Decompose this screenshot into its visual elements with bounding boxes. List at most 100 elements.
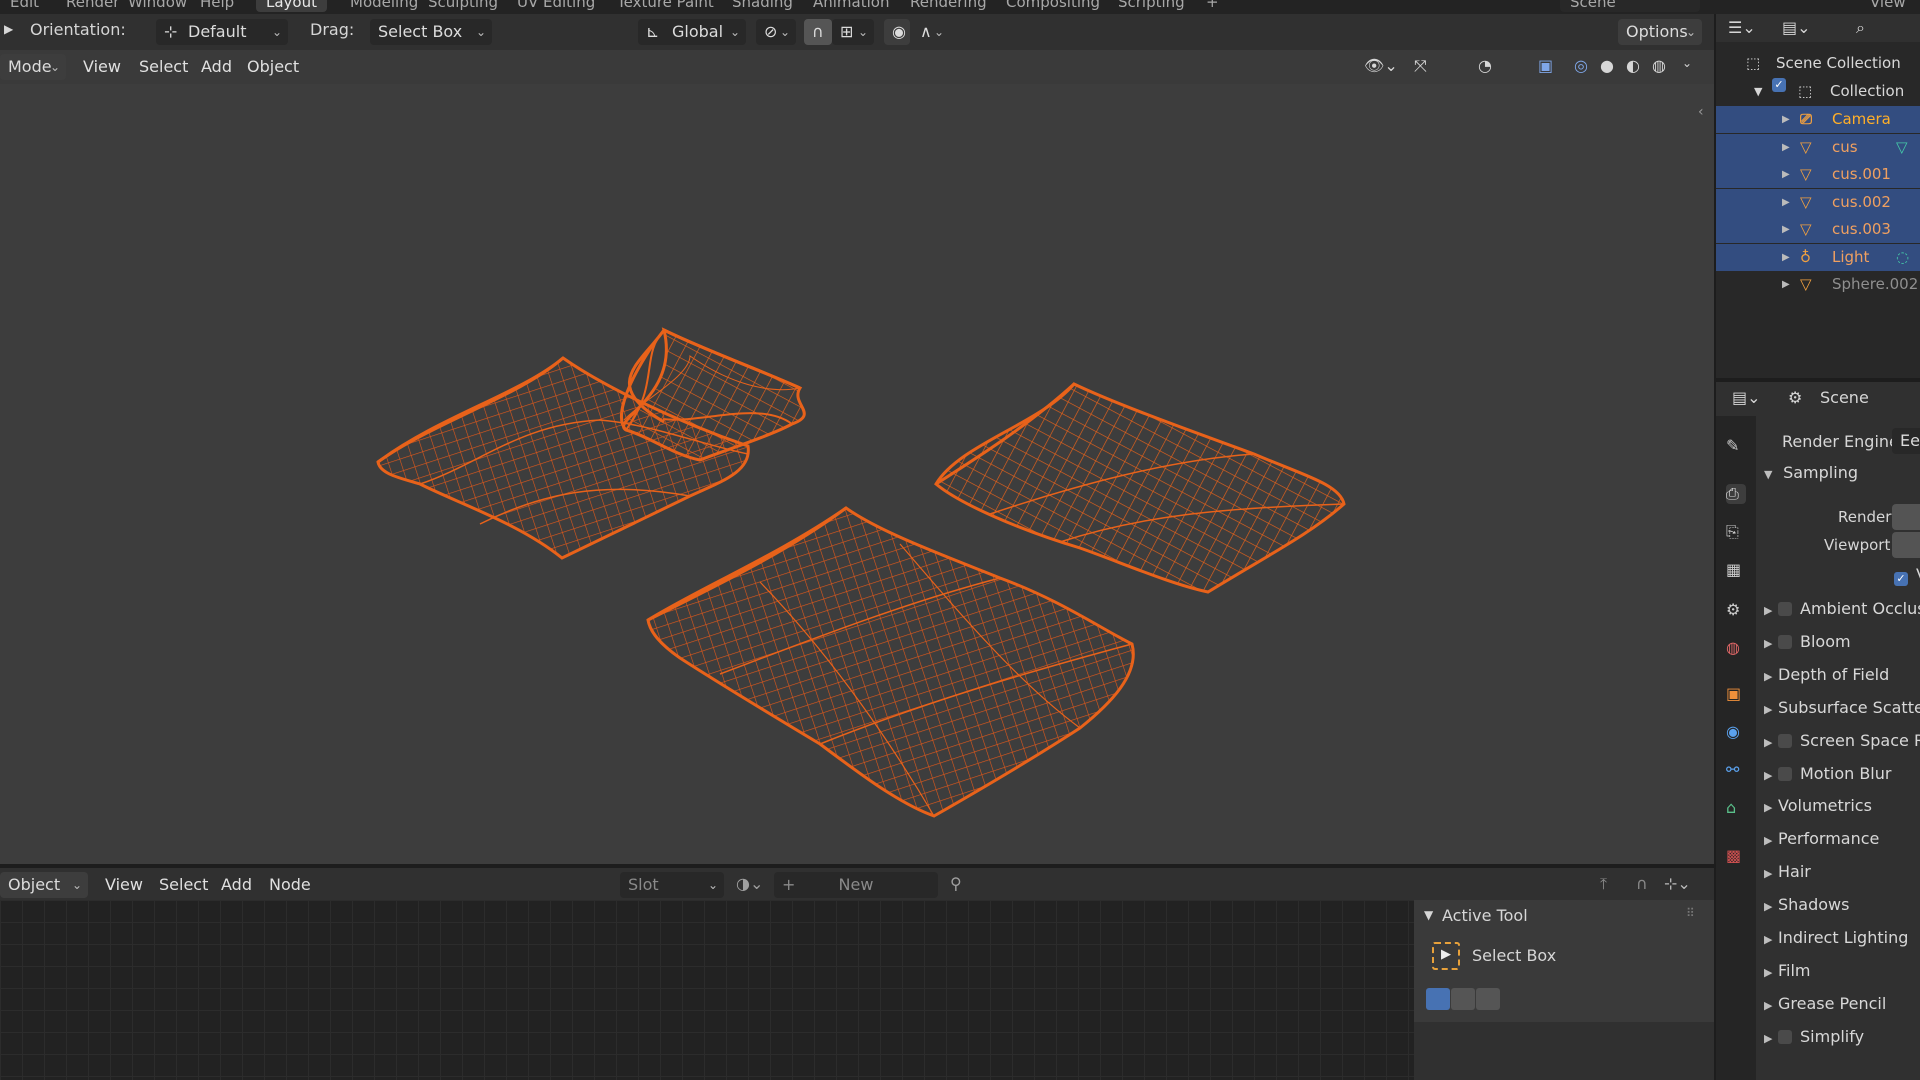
panel-enable-checkbox[interactable]	[1778, 733, 1792, 748]
panel-film[interactable]: ▶ Film	[1764, 956, 1811, 986]
expand-triangle-icon[interactable]: ▶	[1782, 189, 1790, 216]
expand-triangle-icon[interactable]: ▶	[1782, 106, 1790, 133]
shader-type-dropdown[interactable]: Object ⌄	[0, 872, 88, 898]
proportional-edit-button[interactable]: ◉	[884, 19, 910, 45]
collapse-arrow-icon[interactable]: ▶	[4, 22, 13, 36]
panel-enable-checkbox[interactable]	[1778, 766, 1792, 781]
options-dropdown[interactable]: Options ⌄	[1618, 19, 1702, 45]
panel-motion-blur[interactable]: ▶ Motion Blur	[1764, 759, 1891, 789]
physics-tab-icon[interactable]: ◉	[1726, 722, 1746, 742]
render-tab-icon[interactable]: ⎙	[1726, 484, 1746, 504]
snap-magnet-icon[interactable]: ∩	[1636, 874, 1648, 893]
mesh-cus-right[interactable]	[934, 382, 1346, 594]
panel-grease-pencil[interactable]: ▶ Grease Pencil	[1764, 989, 1886, 1019]
panel-enable-checkbox[interactable]	[1778, 634, 1792, 649]
panel-volumetrics[interactable]: ▶ Volumetrics	[1764, 791, 1872, 821]
panel-shadows[interactable]: ▶ Shadows	[1764, 890, 1849, 920]
panel-simplify[interactable]: ▶ Simplify	[1764, 1022, 1864, 1052]
material-shading-icon[interactable]: ◐	[1626, 56, 1640, 75]
tool-tab-icon[interactable]: ✎	[1726, 436, 1746, 456]
xray-toggle-icon[interactable]: ▣	[1538, 56, 1553, 75]
menu-edit[interactable]: Edit	[0, 0, 49, 12]
select-mode-new-icon[interactable]	[1426, 988, 1450, 1010]
object-tab-icon[interactable]: ▣	[1726, 684, 1746, 704]
node-menu-add[interactable]: Add	[216, 874, 257, 896]
material-browse-icon[interactable]: ◑⌄	[736, 874, 763, 893]
outliner-item-sphere-002[interactable]: ▶ ▽ Sphere.002	[1716, 271, 1920, 298]
panel-indirect-lighting[interactable]: ▶ Indirect Lighting	[1764, 923, 1908, 953]
render-samples-field[interactable]	[1892, 504, 1920, 530]
new-material-button[interactable]: + New	[774, 872, 938, 898]
wireframe-shading-icon[interactable]: ◎	[1574, 56, 1588, 75]
orientation-dropdown[interactable]: ⊹ Default ⌄	[156, 19, 288, 45]
solid-shading-icon[interactable]: ●	[1600, 56, 1614, 75]
drag-handle-icon[interactable]: ⠿	[1686, 906, 1695, 920]
outliner-scene-collection[interactable]: ⬚ Scene Collection	[1716, 50, 1920, 77]
collection-checkbox[interactable]: ✓	[1772, 78, 1786, 92]
viewport-menu-select[interactable]: Select	[134, 56, 193, 78]
panel-hair[interactable]: ▶ Hair	[1764, 857, 1811, 887]
node-menu-select[interactable]: Select	[154, 874, 213, 896]
rendered-shading-icon[interactable]: ◍	[1652, 56, 1666, 75]
mode-dropdown[interactable]: Mode ⌄	[0, 54, 66, 80]
tab-layout[interactable]: Layout	[256, 0, 327, 12]
viewport-menu-view[interactable]: View	[78, 56, 126, 78]
visibility-eye-icon[interactable]: 👁⌄	[1364, 56, 1398, 75]
mesh-cus-front[interactable]	[646, 506, 1135, 818]
expand-triangle-icon[interactable]: ▶	[1782, 216, 1790, 243]
panel-screen-space-r[interactable]: ▶ Screen Space R	[1764, 726, 1920, 756]
constraints-tab-icon[interactable]: ⚯	[1726, 760, 1746, 780]
light-data-icon[interactable]: ◌	[1896, 244, 1909, 271]
object-data-tab-icon[interactable]: ⌂	[1726, 798, 1746, 818]
tab-add-workspace[interactable]: +	[1196, 0, 1229, 12]
tab-texture-paint[interactable]: Texture Paint	[607, 0, 724, 12]
select-mode-extend-icon[interactable]	[1451, 988, 1475, 1010]
gizmo-icon[interactable]: ⤧	[1414, 56, 1427, 76]
panel-bloom[interactable]: ▶ Bloom	[1764, 627, 1851, 657]
outliner-item-cus-003[interactable]: ▶ ▽ cus.003	[1716, 216, 1920, 243]
expand-triangle-icon[interactable]: ▼	[1754, 78, 1762, 105]
tab-shading[interactable]: Shading	[722, 0, 803, 12]
outliner-collection[interactable]: ▼ ✓ ⬚ Collection	[1716, 78, 1920, 105]
tab-compositing[interactable]: Compositing	[996, 0, 1110, 12]
view-layer-selector[interactable]: View	[1860, 0, 1916, 12]
view-layer-tab-icon[interactable]: ▦	[1726, 560, 1746, 580]
tab-sculpting[interactable]: Sculpting	[418, 0, 508, 12]
panel-collapse-triangle-icon[interactable]: ▼	[1424, 908, 1433, 922]
pivot-point-dropdown[interactable]: ⊘ ⌄	[756, 19, 796, 45]
node-menu-view[interactable]: View	[100, 874, 148, 896]
tab-rendering[interactable]: Rendering	[900, 0, 997, 12]
shading-options-chevron-icon[interactable]: ⌄	[1682, 56, 1692, 70]
outliner-display-mode-icon[interactable]: ☰⌄	[1728, 18, 1756, 37]
scene-selector[interactable]: Scene	[1560, 0, 1700, 12]
panel-enable-checkbox[interactable]	[1778, 1029, 1792, 1044]
drag-dropdown[interactable]: Select Box ⌄	[370, 19, 492, 45]
outliner-search-icon[interactable]: ⌕	[1856, 18, 1865, 38]
outliner-item-cus-001[interactable]: ▶ ▽ cus.001	[1716, 161, 1920, 188]
outliner-item-camera[interactable]: ▶ ⎚ Camera	[1716, 106, 1920, 133]
expand-triangle-icon[interactable]: ▶	[1782, 244, 1790, 271]
panel-performance[interactable]: ▶ Performance	[1764, 824, 1879, 854]
panel-ambient-occlus[interactable]: ▶ Ambient Occlus	[1764, 594, 1920, 624]
sampling-panel-header[interactable]: ▼ Sampling	[1764, 458, 1858, 488]
properties-editor-type-icon[interactable]: ▤⌄	[1732, 388, 1761, 407]
pin-icon[interactable]: ⚲	[950, 874, 962, 893]
panel-depth-of-field[interactable]: ▶ Depth of Field	[1764, 660, 1889, 690]
expand-triangle-icon[interactable]: ▶	[1782, 161, 1790, 188]
world-tab-icon[interactable]: ◍	[1726, 638, 1746, 658]
transform-orientation-dropdown[interactable]: ⊾ Global ⌄	[638, 19, 746, 45]
expand-triangle-icon[interactable]: ▶	[1782, 271, 1790, 298]
snap-mode-icon[interactable]: ⊹⌄	[1664, 874, 1691, 893]
panel-subsurface-scatte[interactable]: ▶ Subsurface Scatte	[1764, 693, 1920, 723]
outliner-item-cus-002[interactable]: ▶ ▽ cus.002	[1716, 188, 1920, 216]
expand-triangle-icon[interactable]: ▶	[1782, 134, 1790, 161]
texture-tab-icon[interactable]: ▩	[1726, 846, 1746, 866]
viewport-menu-object[interactable]: Object	[242, 56, 304, 78]
viewport-samples-field[interactable]	[1892, 532, 1920, 558]
tab-uv-editing[interactable]: UV Editing	[507, 0, 605, 12]
material-slot-dropdown[interactable]: Slot ⌄	[620, 872, 724, 898]
select-mode-subtract-icon[interactable]	[1476, 988, 1500, 1010]
parent-node-tree-icon[interactable]: ⤒	[1600, 874, 1607, 894]
node-menu-node[interactable]: Node	[264, 874, 316, 896]
snap-toggle-button[interactable]: ∩	[804, 19, 832, 45]
